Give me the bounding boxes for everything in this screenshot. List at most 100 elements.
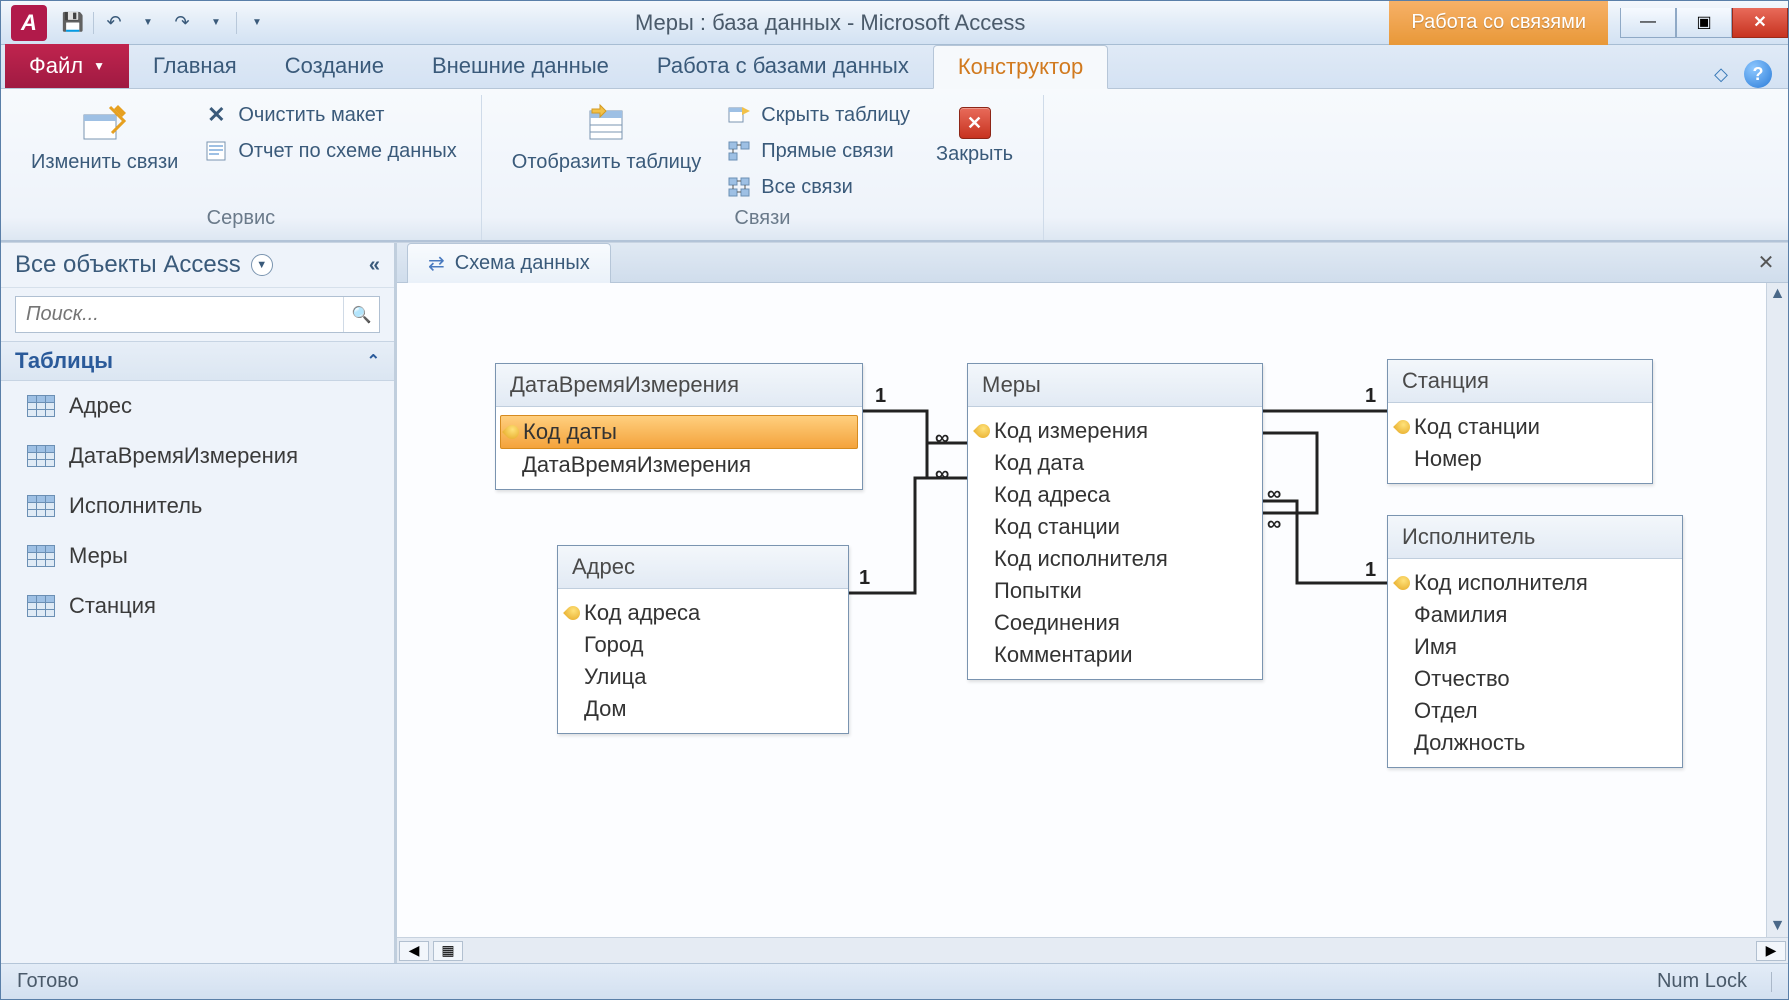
horizontal-scrollbar[interactable]: ◀ ▦ ▶ (397, 937, 1788, 963)
table-field[interactable]: Должность (1392, 727, 1678, 759)
document-tab[interactable]: ⇄ Схема данных (407, 243, 611, 283)
table-field[interactable]: Код исполнителя (972, 543, 1258, 575)
undo-dropdown[interactable]: ▼ (134, 9, 162, 37)
direct-relations-button[interactable]: Прямые связи (723, 137, 914, 165)
clear-layout-button[interactable]: ✕ Очистить макет (200, 101, 460, 129)
cardinality-one: 1 (859, 567, 870, 590)
edit-relations-icon (81, 99, 129, 147)
document-close-button[interactable]: ✕ (1750, 247, 1782, 279)
close-icon: ✕ (959, 107, 991, 139)
table-field[interactable]: Код станции (1392, 411, 1648, 443)
all-relations-button[interactable]: Все связи (723, 173, 914, 201)
table-field[interactable]: Код измерения (972, 415, 1258, 447)
nav-section-tables[interactable]: Таблицы ⌃ (1, 341, 394, 381)
table-field[interactable]: Улица (562, 661, 844, 693)
tab-external-data[interactable]: Внешние данные (408, 44, 633, 88)
table-field[interactable]: Код адреса (972, 479, 1258, 511)
table-field[interactable]: Комментарии (972, 639, 1258, 671)
ribbon-tab-bar: Файл▼ Главная Создание Внешние данные Ра… (1, 45, 1788, 89)
all-relations-icon (727, 175, 751, 199)
tab-create[interactable]: Создание (261, 44, 408, 88)
relation-report-button[interactable]: Отчет по схеме данных (200, 137, 460, 165)
table-field[interactable]: Отдел (1392, 695, 1678, 727)
tab-database-tools[interactable]: Работа с базами данных (633, 44, 933, 88)
table-icon (27, 445, 55, 467)
table-field[interactable]: Код станции (972, 511, 1258, 543)
table-field[interactable]: Код дата (972, 447, 1258, 479)
scroll-right-icon[interactable]: ▶ (1756, 941, 1786, 961)
table-box-performer[interactable]: ИсполнительКод исполнителяФамилияИмяОтче… (1387, 515, 1683, 768)
table-box-date[interactable]: ДатаВремяИзмеренияКод датыДатаВремяИзмер… (495, 363, 863, 490)
qat-separator (236, 12, 237, 34)
edit-relations-button[interactable]: Изменить связи (21, 95, 188, 178)
table-field[interactable]: Отчество (1392, 663, 1678, 695)
redo-dropdown[interactable]: ▼ (202, 9, 230, 37)
scroll-up-icon[interactable]: ▲ (1767, 283, 1788, 305)
qat-separator (93, 12, 94, 34)
nav-collapse-button[interactable]: « (369, 254, 380, 277)
tab-file[interactable]: Файл▼ (5, 44, 129, 88)
tab-home[interactable]: Главная (129, 44, 261, 88)
help-icon[interactable]: ? (1744, 60, 1772, 88)
table-field[interactable]: Соединения (972, 607, 1258, 639)
table-field[interactable]: Код адреса (562, 597, 844, 629)
window-controls: — ▣ ✕ (1620, 8, 1788, 38)
window-title: Меры : база данных - Microsoft Access (271, 10, 1389, 36)
relations-icon: ⇄ (428, 251, 445, 276)
table-box-measures[interactable]: Меры Код измеренияКод датаКод адресаКод с… (967, 363, 1263, 680)
table-field[interactable]: Код исполнителя (1392, 567, 1678, 599)
status-text: Готово (17, 970, 79, 993)
numlock-indicator: Num Lock (1657, 970, 1747, 993)
cardinality-one: 1 (1365, 559, 1376, 582)
scroll-left-icon[interactable]: ◀ (399, 941, 429, 961)
table-field[interactable]: Попытки (972, 575, 1258, 607)
chevron-up-icon: ⌃ (367, 351, 380, 371)
table-field[interactable]: Номер (1392, 443, 1648, 475)
document-area: ⇄ Схема данных ✕ 1 ∞ ∞ 1 (397, 243, 1788, 963)
table-box-address[interactable]: Адрес Код адресаГородУлицаДом (557, 545, 849, 734)
table-field[interactable]: Имя (1392, 631, 1678, 663)
record-selector[interactable]: ▦ (433, 941, 463, 961)
nav-header[interactable]: Все объекты Access ▼ « (1, 243, 394, 288)
hide-table-button[interactable]: Скрыть таблицу (723, 101, 914, 129)
table-field[interactable]: Город (562, 629, 844, 661)
ribbon-minimize-icon[interactable]: ◇ (1714, 64, 1728, 85)
save-button[interactable]: 💾 (59, 9, 87, 37)
search-icon[interactable]: 🔍 (343, 297, 379, 332)
table-title: Меры (968, 364, 1262, 407)
nav-item-table[interactable]: Исполнитель (1, 481, 394, 531)
nav-filter-dropdown[interactable]: ▼ (251, 254, 273, 276)
close-button[interactable]: ✕ Закрыть (926, 95, 1023, 170)
relations-canvas[interactable]: 1 ∞ ∞ 1 ∞ ∞ 1 1 ДатаВремяИзмеренияКод да… (397, 283, 1788, 937)
undo-button[interactable]: ↶ (100, 9, 128, 37)
table-box-station[interactable]: СтанцияКод станцииНомер (1387, 359, 1653, 484)
redo-button[interactable]: ↷ (168, 9, 196, 37)
close-window-button[interactable]: ✕ (1732, 8, 1788, 38)
nav-item-table[interactable]: Меры (1, 531, 394, 581)
table-title: Адрес (558, 546, 848, 589)
nav-item-table[interactable]: Станция (1, 581, 394, 631)
scroll-down-icon[interactable]: ▼ (1767, 915, 1788, 937)
maximize-button[interactable]: ▣ (1676, 8, 1732, 38)
cardinality-many: ∞ (935, 427, 949, 450)
clear-icon: ✕ (204, 103, 228, 127)
nav-item-label: ДатаВремяИзмерения (69, 443, 298, 469)
qat-customize[interactable]: ▼ (243, 9, 271, 37)
table-field[interactable]: Дом (562, 693, 844, 725)
show-table-button[interactable]: Отобразить таблицу (502, 95, 711, 178)
search-input[interactable] (16, 297, 343, 332)
vertical-scrollbar[interactable]: ▲ ▼ (1766, 283, 1788, 937)
nav-item-table[interactable]: Адрес (1, 381, 394, 431)
table-icon (27, 495, 55, 517)
minimize-button[interactable]: — (1620, 8, 1676, 38)
tab-designer[interactable]: Конструктор (933, 45, 1108, 89)
cardinality-many: ∞ (1267, 483, 1281, 506)
table-field[interactable]: ДатаВремяИзмерения (500, 449, 858, 481)
table-field[interactable]: Код даты (500, 415, 858, 449)
cardinality-many: ∞ (1267, 513, 1281, 536)
nav-item-table[interactable]: ДатаВремяИзмерения (1, 431, 394, 481)
table-field[interactable]: Фамилия (1392, 599, 1678, 631)
ribbon-group-tools: Изменить связи ✕ Очистить макет Отчет по… (1, 95, 482, 240)
table-icon (27, 395, 55, 417)
quick-access-toolbar: 💾 ↶ ▼ ↷ ▼ ▼ (59, 9, 271, 37)
